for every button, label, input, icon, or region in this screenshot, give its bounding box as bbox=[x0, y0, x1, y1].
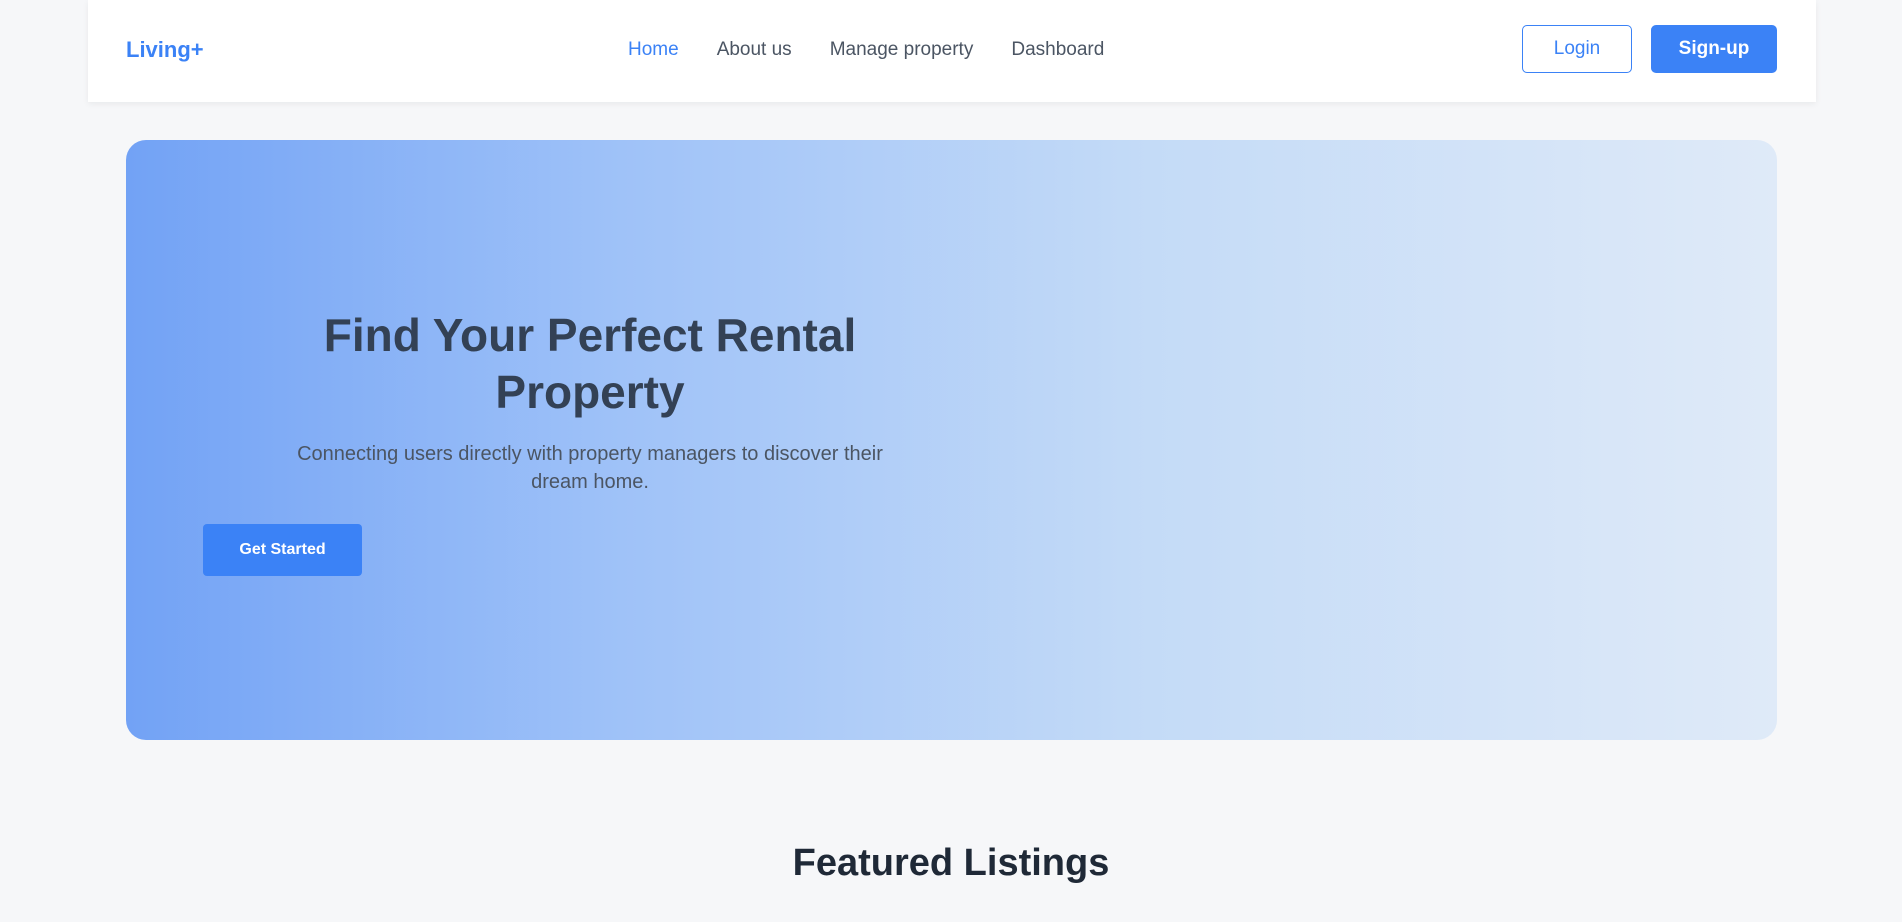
nav-link-home[interactable]: Home bbox=[628, 36, 679, 64]
top-navbar: Living+ Home About us Manage property Da… bbox=[88, 0, 1816, 102]
nav-link-about-us[interactable]: About us bbox=[717, 36, 792, 64]
hero-subtitle: Connecting users directly with property … bbox=[297, 443, 883, 493]
login-button[interactable]: Login bbox=[1522, 25, 1632, 73]
get-started-button[interactable]: Get Started bbox=[203, 524, 362, 576]
featured-listings-heading: Featured Listings bbox=[792, 842, 1110, 884]
hero-title: Find Your Perfect Rental Property bbox=[323, 309, 857, 418]
signup-button[interactable]: Sign-up bbox=[1651, 25, 1777, 73]
brand-logo[interactable]: Living+ bbox=[126, 36, 204, 64]
hero-banner: Find Your Perfect Rental Property Connec… bbox=[126, 140, 1777, 740]
nav-link-manage-property[interactable]: Manage property bbox=[830, 36, 974, 64]
main-nav: Home About us Manage property Dashboard bbox=[628, 36, 1104, 64]
nav-link-dashboard[interactable]: Dashboard bbox=[1011, 36, 1104, 64]
